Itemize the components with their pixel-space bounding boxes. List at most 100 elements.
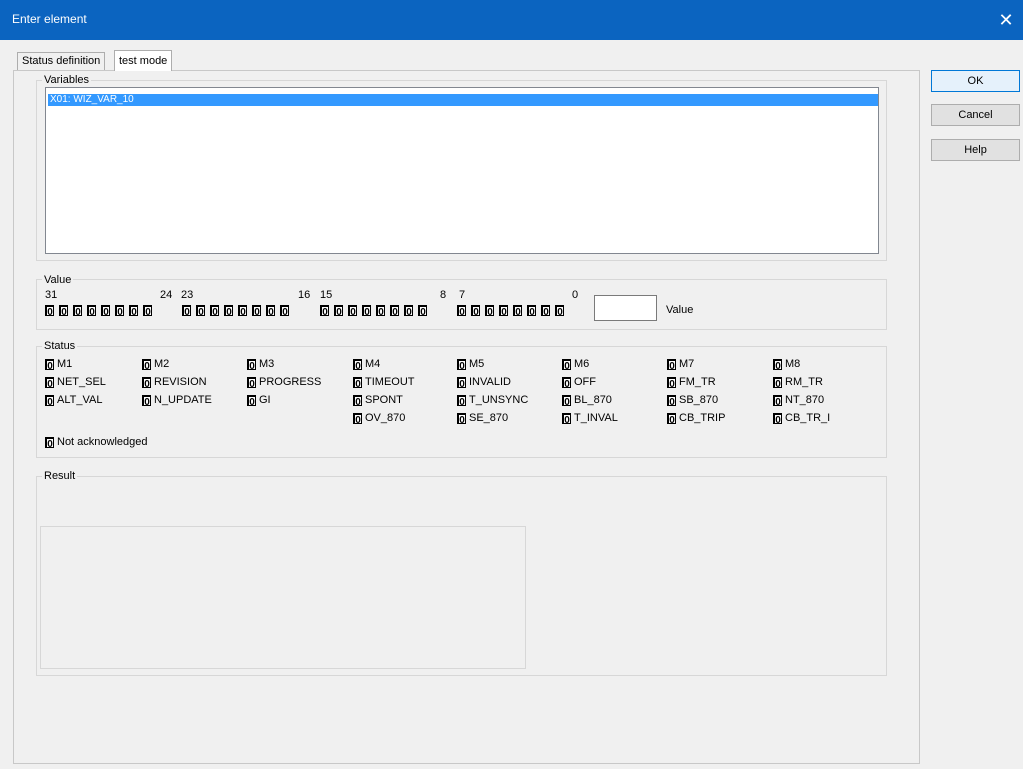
flag-checkbox[interactable]: 0 <box>457 412 466 426</box>
bit-checkbox[interactable]: 0 <box>320 305 329 318</box>
flag-checkbox[interactable]: 0 <box>353 358 362 372</box>
flag-checkbox[interactable]: 0 <box>562 358 571 372</box>
flag-invalid[interactable]: 0 INVALID <box>457 376 511 390</box>
flag-checkbox[interactable]: 0 <box>667 376 676 390</box>
flag-checkbox[interactable]: 0 <box>773 358 782 372</box>
flag-checkbox[interactable]: 0 <box>353 412 362 426</box>
bit-checkbox[interactable]: 0 <box>555 305 564 318</box>
bit-checkbox[interactable]: 0 <box>457 305 466 318</box>
value-input[interactable] <box>594 295 657 321</box>
bit-checkbox[interactable]: 0 <box>280 305 289 318</box>
bit-checkbox[interactable]: 0 <box>362 305 371 318</box>
bit-checkbox[interactable]: 0 <box>73 305 82 318</box>
flag-m7[interactable]: 0 M7 <box>667 358 694 372</box>
bit-checkbox[interactable]: 0 <box>527 305 536 318</box>
flag-checkbox[interactable]: 0 <box>773 394 782 408</box>
bit-checkbox[interactable]: 0 <box>210 305 219 318</box>
flag-progress[interactable]: 0 PROGRESS <box>247 376 321 390</box>
bit-checkbox[interactable]: 0 <box>348 305 357 318</box>
bit-checkbox[interactable]: 0 <box>182 305 191 318</box>
bit-checkbox[interactable]: 0 <box>471 305 480 318</box>
flag-checkbox[interactable]: 0 <box>45 376 54 390</box>
flag-nt-870[interactable]: 0 NT_870 <box>773 394 824 408</box>
bit-checkbox[interactable]: 0 <box>513 305 522 318</box>
bit-checkbox[interactable]: 0 <box>418 305 427 318</box>
flag-ov-870[interactable]: 0 OV_870 <box>353 412 405 426</box>
bit-checkbox[interactable]: 0 <box>404 305 413 318</box>
flag-off[interactable]: 0 OFF <box>562 376 596 390</box>
bit-checkbox[interactable]: 0 <box>101 305 110 318</box>
flag-checkbox[interactable]: 0 <box>457 394 466 408</box>
flag-cb-tr-i[interactable]: 0 CB_TR_I <box>773 412 830 426</box>
bit-checkbox[interactable]: 0 <box>499 305 508 318</box>
tab-test-mode[interactable]: test mode <box>114 50 173 71</box>
flag-revision[interactable]: 0 REVISION <box>142 376 207 390</box>
cancel-button[interactable]: Cancel <box>931 104 1020 126</box>
flag-timeout[interactable]: 0 TIMEOUT <box>353 376 415 390</box>
bit-checkbox[interactable]: 0 <box>238 305 247 318</box>
flag-checkbox[interactable]: 0 <box>457 376 466 390</box>
flag-n-update[interactable]: 0 N_UPDATE <box>142 394 212 408</box>
flag-checkbox[interactable]: 0 <box>667 412 676 426</box>
flag-not-acknowledged[interactable]: 0 Not acknowledged <box>45 436 148 450</box>
flag-checkbox[interactable]: 0 <box>562 376 571 390</box>
variable-item-selected[interactable]: X01: WIZ_VAR_10 <box>48 94 878 106</box>
bit-checkbox[interactable]: 0 <box>376 305 385 318</box>
flag-checkbox[interactable]: 0 <box>45 394 54 408</box>
bit-checkbox[interactable]: 0 <box>266 305 275 318</box>
bit-checkbox[interactable]: 0 <box>196 305 205 318</box>
bit-checkbox[interactable]: 0 <box>115 305 124 318</box>
bit-checkbox[interactable]: 0 <box>59 305 68 318</box>
bit-checkbox[interactable]: 0 <box>485 305 494 318</box>
flag-t-inval[interactable]: 0 T_INVAL <box>562 412 618 426</box>
flag-bl-870[interactable]: 0 BL_870 <box>562 394 612 408</box>
flag-spont[interactable]: 0 SPONT <box>353 394 403 408</box>
bit-checkbox[interactable]: 0 <box>129 305 138 318</box>
bit-checkbox[interactable]: 0 <box>252 305 261 318</box>
bit-checkbox[interactable]: 0 <box>390 305 399 318</box>
flag-checkbox[interactable]: 0 <box>773 412 782 426</box>
flag-net-sel[interactable]: 0 NET_SEL <box>45 376 106 390</box>
ok-button[interactable]: OK <box>931 70 1020 92</box>
flag-m2[interactable]: 0 M2 <box>142 358 169 372</box>
flag-gi[interactable]: 0 GI <box>247 394 271 408</box>
flag-m4[interactable]: 0 M4 <box>353 358 380 372</box>
flag-checkbox[interactable]: 0 <box>247 358 256 372</box>
flag-se-870[interactable]: 0 SE_870 <box>457 412 508 426</box>
flag-checkbox[interactable]: 0 <box>667 394 676 408</box>
bit-checkbox[interactable]: 0 <box>45 305 54 318</box>
bit-checkbox[interactable]: 0 <box>143 305 152 318</box>
flag-fm-tr[interactable]: 0 FM_TR <box>667 376 716 390</box>
flag-checkbox[interactable]: 0 <box>773 376 782 390</box>
flag-m3[interactable]: 0 M3 <box>247 358 274 372</box>
flag-checkbox[interactable]: 0 <box>562 412 571 426</box>
bit-checkbox[interactable]: 0 <box>541 305 550 318</box>
flag-checkbox[interactable]: 0 <box>457 358 466 372</box>
close-icon[interactable]: ✕ <box>991 5 1021 35</box>
flag-checkbox[interactable]: 0 <box>667 358 676 372</box>
flag-m8[interactable]: 0 M8 <box>773 358 800 372</box>
flag-checkbox[interactable]: 0 <box>353 394 362 408</box>
flag-checkbox[interactable]: 0 <box>142 358 151 372</box>
flag-m1[interactable]: 0 M1 <box>45 358 72 372</box>
flag-checkbox[interactable]: 0 <box>142 394 151 408</box>
bit-checkbox[interactable]: 0 <box>224 305 233 318</box>
flag-checkbox[interactable]: 0 <box>562 394 571 408</box>
flag-m5[interactable]: 0 M5 <box>457 358 484 372</box>
flag-cb-trip[interactable]: 0 CB_TRIP <box>667 412 725 426</box>
flag-checkbox[interactable]: 0 <box>45 358 54 372</box>
flag-checkbox[interactable]: 0 <box>353 376 362 390</box>
variables-list[interactable]: X01: WIZ_VAR_10 <box>45 87 879 254</box>
flag-m6[interactable]: 0 M6 <box>562 358 589 372</box>
flag-checkbox[interactable]: 0 <box>247 376 256 390</box>
flag-checkbox[interactable]: 0 <box>142 376 151 390</box>
flag-checkbox[interactable]: 0 <box>247 394 256 408</box>
flag-checkbox[interactable]: 0 <box>45 436 54 450</box>
flag-t-unsync[interactable]: 0 T_UNSYNC <box>457 394 528 408</box>
flag-rm-tr[interactable]: 0 RM_TR <box>773 376 823 390</box>
help-button[interactable]: Help <box>931 139 1020 161</box>
tab-status-definition[interactable]: Status definition <box>17 52 106 70</box>
flag-sb-870[interactable]: 0 SB_870 <box>667 394 718 408</box>
flag-alt-val[interactable]: 0 ALT_VAL <box>45 394 102 408</box>
bit-checkbox[interactable]: 0 <box>334 305 343 318</box>
